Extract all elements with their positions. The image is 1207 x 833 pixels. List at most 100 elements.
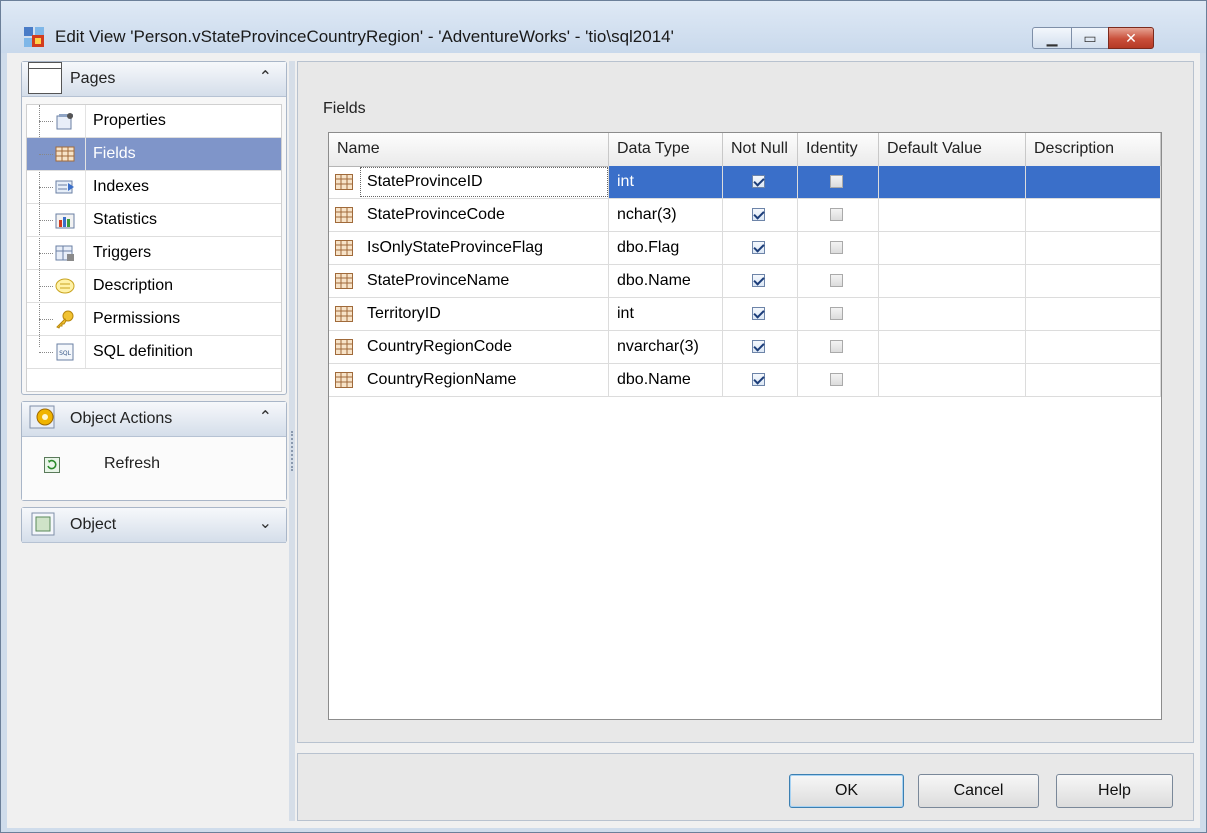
row-indicator[interactable] [329, 166, 359, 198]
fields-grid[interactable]: Name Data Type Not Null Identity Default… [328, 132, 1162, 720]
cell-identity[interactable] [798, 232, 879, 264]
cell-description[interactable] [1026, 199, 1161, 231]
cell-name[interactable]: StateProvinceID [359, 166, 609, 198]
cell-identity[interactable] [798, 265, 879, 297]
nav-item-properties[interactable]: Properties [27, 105, 281, 138]
cell-identity[interactable] [798, 166, 879, 198]
nav-item-description[interactable]: Description [27, 270, 281, 303]
nav-item-sql-definition[interactable]: SQL SQL definition [27, 336, 281, 369]
object-actions-header[interactable]: Object Actions ⌃ [22, 402, 286, 437]
cell-description[interactable] [1026, 232, 1161, 264]
row-indicator[interactable] [329, 364, 359, 396]
row-indicator[interactable] [329, 265, 359, 297]
table-row[interactable]: CountryRegionCode nvarchar(3) [329, 331, 1161, 364]
identity-checkbox[interactable] [830, 175, 843, 188]
cell-not-null[interactable] [723, 298, 798, 330]
cell-description[interactable] [1026, 364, 1161, 396]
collapse-chevron-icon[interactable]: ⌃ [259, 407, 272, 427]
not-null-checkbox[interactable] [752, 241, 765, 254]
cell-default-value[interactable] [879, 364, 1026, 396]
cell-data-type[interactable]: int [609, 298, 723, 330]
cell-not-null[interactable] [723, 232, 798, 264]
help-button[interactable]: Help [1056, 774, 1173, 808]
column-header-identity[interactable]: Identity [798, 133, 879, 166]
cell-description[interactable] [1026, 331, 1161, 363]
column-header-data-type[interactable]: Data Type [609, 133, 723, 166]
nav-item-fields[interactable]: Fields [27, 138, 281, 171]
nav-item-indexes[interactable]: Indexes [27, 171, 281, 204]
cell-description[interactable] [1026, 166, 1161, 198]
cell-not-null[interactable] [723, 199, 798, 231]
cell-data-type[interactable]: nchar(3) [609, 199, 723, 231]
nav-item-statistics[interactable]: Statistics [27, 204, 281, 237]
cell-default-value[interactable] [879, 265, 1026, 297]
table-row[interactable]: TerritoryID int [329, 298, 1161, 331]
cell-data-type[interactable]: dbo.Name [609, 364, 723, 396]
cell-identity[interactable] [798, 298, 879, 330]
cell-default-value[interactable] [879, 298, 1026, 330]
not-null-checkbox[interactable] [752, 208, 765, 221]
identity-checkbox[interactable] [830, 208, 843, 221]
cell-default-value[interactable] [879, 331, 1026, 363]
table-row[interactable]: IsOnlyStateProvinceFlag dbo.Flag [329, 232, 1161, 265]
column-header-description[interactable]: Description [1026, 133, 1161, 166]
expand-chevron-icon[interactable]: ⌄ [259, 513, 272, 533]
cell-data-type[interactable]: nvarchar(3) [609, 331, 723, 363]
not-null-checkbox[interactable] [752, 175, 765, 188]
not-null-checkbox[interactable] [752, 274, 765, 287]
table-row[interactable]: StateProvinceCode nchar(3) [329, 199, 1161, 232]
minimize-button[interactable]: ▁ [1032, 27, 1072, 49]
nav-item-permissions[interactable]: Permissions [27, 303, 281, 336]
cell-name[interactable]: TerritoryID [359, 298, 609, 330]
table-row[interactable]: StateProvinceName dbo.Name [329, 265, 1161, 298]
not-null-checkbox[interactable] [752, 373, 765, 386]
identity-checkbox[interactable] [830, 307, 843, 320]
cell-name[interactable]: StateProvinceCode [359, 199, 609, 231]
column-header-default-value[interactable]: Default Value [879, 133, 1026, 166]
cell-data-type[interactable]: dbo.Flag [609, 232, 723, 264]
table-row[interactable]: StateProvinceID int [329, 166, 1161, 199]
maximize-button[interactable]: ▭ [1071, 27, 1109, 49]
cell-not-null[interactable] [723, 166, 798, 198]
identity-checkbox[interactable] [830, 241, 843, 254]
cell-not-null[interactable] [723, 265, 798, 297]
refresh-action[interactable]: Refresh [22, 437, 286, 501]
column-header-not-null[interactable]: Not Null [723, 133, 798, 166]
cell-identity[interactable] [798, 364, 879, 396]
cell-name[interactable]: CountryRegionCode [359, 331, 609, 363]
cell-data-type[interactable]: int [609, 166, 723, 198]
row-indicator[interactable] [329, 331, 359, 363]
row-indicator[interactable] [329, 199, 359, 231]
ok-button[interactable]: OK [789, 774, 904, 808]
row-indicator[interactable] [329, 298, 359, 330]
panel-splitter[interactable] [289, 61, 295, 821]
row-indicator[interactable] [329, 232, 359, 264]
cell-name[interactable]: IsOnlyStateProvinceFlag [359, 232, 609, 264]
nav-item-triggers[interactable]: Triggers [27, 237, 281, 270]
cell-data-type[interactable]: dbo.Name [609, 265, 723, 297]
identity-checkbox[interactable] [830, 340, 843, 353]
cell-not-null[interactable] [723, 331, 798, 363]
column-header-name[interactable]: Name [329, 133, 609, 166]
cancel-button[interactable]: Cancel [918, 774, 1039, 808]
cell-default-value[interactable] [879, 232, 1026, 264]
cell-description[interactable] [1026, 298, 1161, 330]
identity-checkbox[interactable] [830, 373, 843, 386]
close-button[interactable]: ✕ [1108, 27, 1154, 49]
cell-not-null[interactable] [723, 364, 798, 396]
not-null-checkbox[interactable] [752, 307, 765, 320]
collapse-chevron-icon[interactable]: ⌃ [259, 67, 272, 87]
cell-description[interactable] [1026, 265, 1161, 297]
cell-default-value[interactable] [879, 166, 1026, 198]
title-bar[interactable]: Edit View 'Person.vStateProvinceCountryR… [1, 1, 1206, 53]
pages-group-header[interactable]: Pages ⌃ [22, 62, 286, 97]
not-null-checkbox[interactable] [752, 340, 765, 353]
cell-identity[interactable] [798, 199, 879, 231]
cell-name[interactable]: StateProvinceName [359, 265, 609, 297]
table-row[interactable]: CountryRegionName dbo.Name [329, 364, 1161, 397]
identity-checkbox[interactable] [830, 274, 843, 287]
cell-identity[interactable] [798, 331, 879, 363]
object-group-header[interactable]: Object ⌄ [22, 508, 286, 543]
cell-name[interactable]: CountryRegionName [359, 364, 609, 396]
cell-default-value[interactable] [879, 199, 1026, 231]
